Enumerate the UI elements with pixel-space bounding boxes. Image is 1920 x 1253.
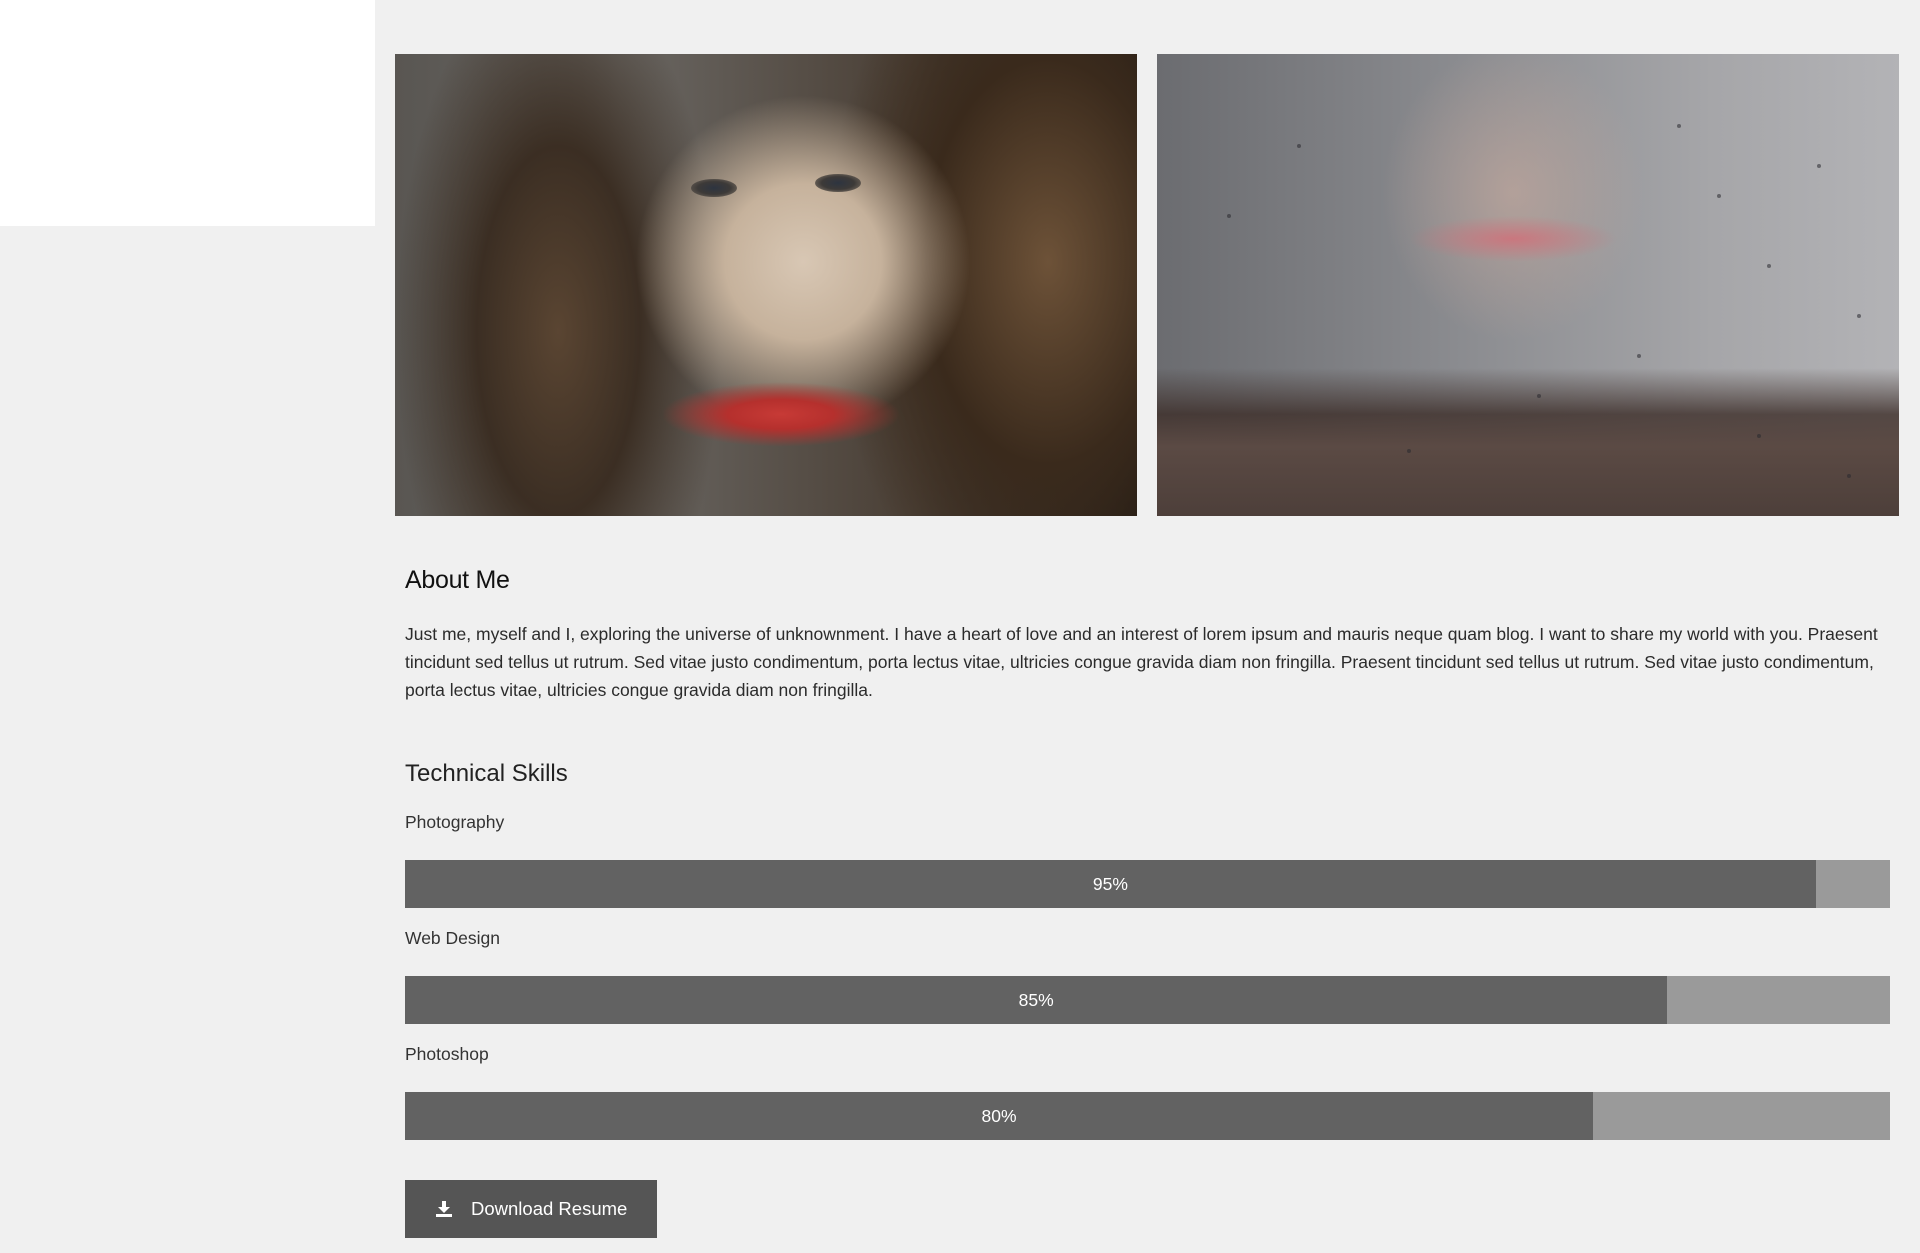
skill-percent-label: 85% [1018, 989, 1054, 1010]
raindrop [1847, 474, 1851, 478]
skill-label-photography: Photography [405, 812, 505, 832]
portrait-photo-closeup [395, 54, 1137, 516]
photo-detail-eye [691, 179, 737, 197]
raindrop [1767, 264, 1771, 268]
raindrop [1297, 144, 1301, 148]
skill-progress-fill: 80% [405, 1092, 1593, 1140]
skill-progress-fill: 95% [405, 860, 1816, 908]
download-icon [435, 1200, 453, 1218]
skill-percent-label: 80% [981, 1105, 1017, 1126]
download-resume-label: Download Resume [471, 1198, 628, 1219]
about-title: About Me [405, 566, 510, 594]
raindrop [1857, 314, 1861, 318]
skill-label-photoshop: Photoshop [405, 1044, 489, 1064]
skill-progress-photoshop: 80% [405, 1092, 1890, 1140]
skill-percent-label: 95% [1092, 873, 1128, 894]
download-resume-button[interactable]: Download Resume [405, 1180, 658, 1238]
raindrop [1757, 434, 1761, 438]
skill-label-web-design: Web Design [405, 928, 501, 948]
profile-section: About Me Just me, myself and I, explorin… [395, 566, 1890, 1238]
skill-progress-fill: 85% [405, 976, 1668, 1024]
about-text: Just me, myself and I, exploring the uni… [405, 624, 1878, 700]
raindrop [1817, 164, 1821, 168]
main-content: About Me Just me, myself and I, explorin… [395, 54, 1900, 1238]
skills-title: Technical Skills [405, 760, 568, 787]
raindrop [1717, 194, 1721, 198]
skill-progress-photography: 95% [405, 860, 1890, 908]
sidebar-panel [0, 0, 375, 226]
raindrop [1407, 449, 1411, 453]
raindrop [1677, 124, 1681, 128]
portrait-photo-window-rain [1157, 54, 1899, 516]
raindrop [1537, 394, 1541, 398]
raindrop [1227, 214, 1231, 218]
skill-progress-web-design: 85% [405, 976, 1890, 1024]
photo-gallery [395, 54, 1900, 516]
raindrop [1637, 354, 1641, 358]
photo-detail-eye [815, 174, 861, 192]
